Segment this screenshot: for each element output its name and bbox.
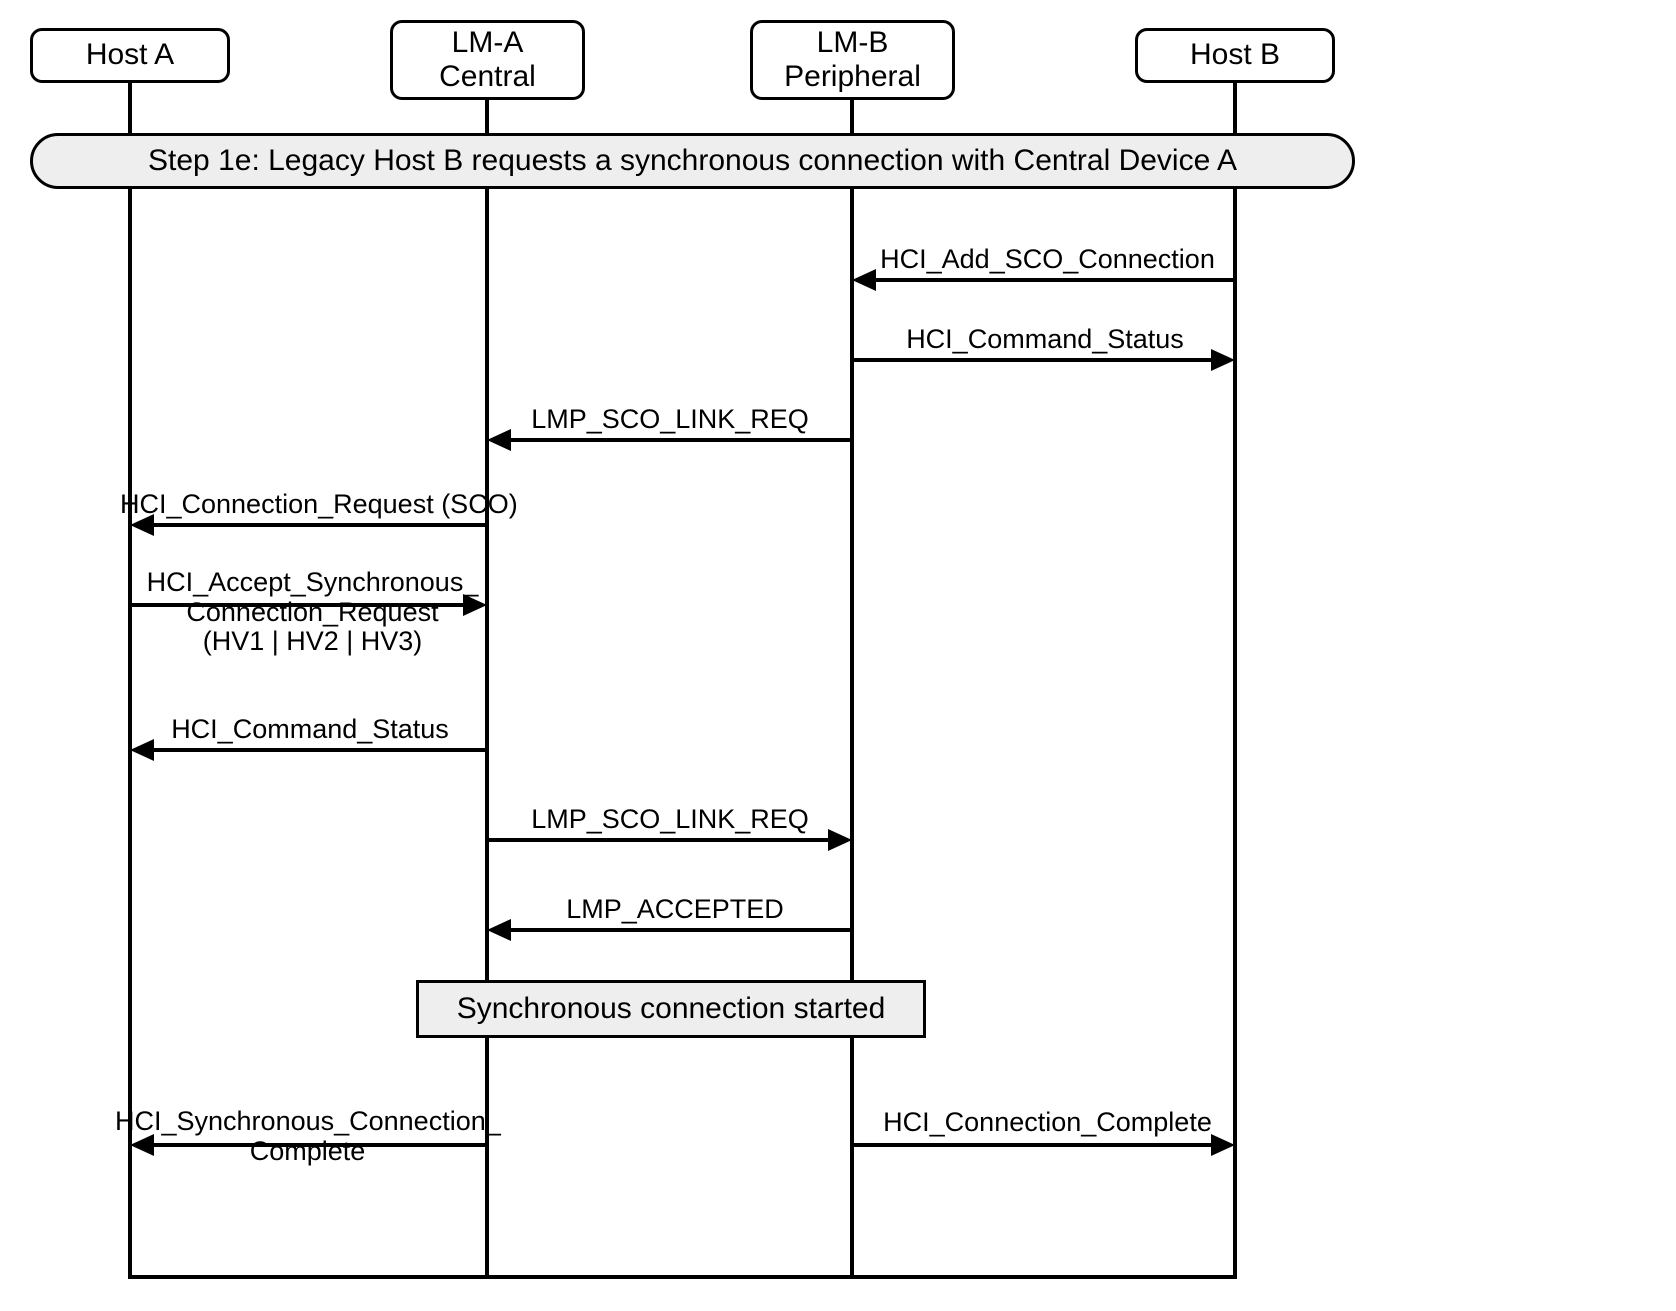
participant-lm-b: LM-B Peripheral	[750, 20, 955, 100]
msg-line	[152, 523, 487, 527]
arrow-right-icon	[1211, 1134, 1235, 1156]
msg-line	[487, 838, 830, 842]
msg-line	[509, 928, 852, 932]
msg-label-cmd-status-a: HCI_Command_Status	[155, 715, 465, 745]
participant-lm-a: LM-A Central	[390, 20, 585, 100]
participant-host-b: Host B	[1135, 28, 1335, 83]
msg-line	[874, 278, 1235, 282]
sequence-diagram: Host A LM-A Central LM-B Peripheral Host…	[20, 20, 1656, 1291]
msg-label-conn-complete: HCI_Connection_Complete	[875, 1108, 1220, 1138]
arrow-right-icon	[463, 594, 487, 616]
msg-label-cmd-status-b: HCI_Command_Status	[890, 325, 1200, 355]
msg-label-add-sco: HCI_Add_SCO_Connection	[875, 245, 1220, 275]
msg-line	[152, 748, 487, 752]
msg-label-lmp-sco-2: LMP_SCO_LINK_REQ	[510, 805, 830, 835]
note-sync-started: Synchronous connection started	[416, 980, 926, 1038]
msg-line	[852, 358, 1213, 362]
msg-label-accept-sync: HCI_Accept_Synchronous_ Connection_Reque…	[140, 568, 485, 657]
step-banner: Step 1e: Legacy Host B requests a synchr…	[30, 133, 1355, 189]
msg-label-lmp-sco-1: LMP_SCO_LINK_REQ	[510, 405, 830, 435]
lifeline-host-b	[1233, 83, 1237, 1278]
arrow-right-icon	[1211, 349, 1235, 371]
arrow-left-icon	[130, 1134, 154, 1156]
arrow-left-icon	[487, 429, 511, 451]
bottom-line	[128, 1275, 1237, 1279]
msg-line	[509, 438, 852, 442]
msg-label-sync-conn-complete: HCI_Synchronous_Connection_ Complete	[115, 1107, 500, 1166]
lifeline-lm-a	[485, 100, 489, 1278]
msg-label-lmp-accepted: LMP_ACCEPTED	[560, 895, 790, 925]
arrow-left-icon	[130, 739, 154, 761]
msg-line	[152, 1143, 487, 1147]
msg-label-conn-req: HCI_Connection_Request (SCO)	[120, 490, 500, 520]
msg-line	[130, 603, 465, 607]
arrow-left-icon	[130, 514, 154, 536]
arrow-right-icon	[828, 829, 852, 851]
arrow-left-icon	[487, 919, 511, 941]
msg-line	[852, 1143, 1213, 1147]
arrow-left-icon	[852, 269, 876, 291]
participant-host-a: Host A	[30, 28, 230, 83]
lifeline-host-a	[128, 83, 132, 1278]
